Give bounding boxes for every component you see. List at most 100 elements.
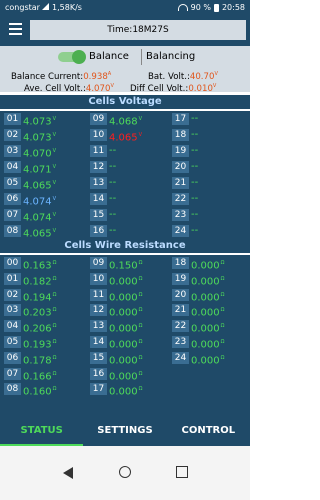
app-bar: Time:18M27S xyxy=(0,16,250,46)
resistance-value: 0.000Ω xyxy=(191,354,225,367)
tab-settings[interactable]: SETTINGS xyxy=(83,418,166,446)
voltage-cell-21: 21 -- xyxy=(172,176,246,190)
resistance-value: 0.000Ω xyxy=(109,370,143,382)
clock: 20:58 xyxy=(221,3,245,12)
resistance-cell-24: 24 0.000Ω xyxy=(172,351,246,367)
voltage-index: 03 xyxy=(4,145,21,157)
resistance-index: 19 xyxy=(172,272,189,285)
voltage-cell-06: 06 4.074V xyxy=(4,192,78,208)
tab-control[interactable]: CONTROL xyxy=(167,418,250,446)
voltage-value: -- xyxy=(109,193,117,204)
resistance-index: 04 xyxy=(4,320,21,333)
voltage-value: -- xyxy=(191,129,199,140)
resistance-value: 0.000Ω xyxy=(191,307,225,319)
voltage-index: 19 xyxy=(172,145,189,157)
voltage-value: 4.074V xyxy=(23,196,57,208)
voltage-value: -- xyxy=(191,113,199,124)
resistance-cell-16: 16 0.000Ω xyxy=(90,367,164,382)
resistance-value: 0.000Ω xyxy=(109,291,143,303)
menu-icon[interactable] xyxy=(9,23,22,36)
resistance-index: 20 xyxy=(172,288,189,301)
battery-percent: 90 % xyxy=(190,3,211,12)
resistance-cell-02: 02 0.194Ω xyxy=(4,288,78,303)
voltage-index: 07 xyxy=(4,209,21,221)
resistance-cell-01: 01 0.182Ω xyxy=(4,272,78,287)
voltage-cell-02: 02 4.073V xyxy=(4,128,78,144)
voltage-cell-11: 11 -- xyxy=(90,144,164,158)
resistance-value: 0.000Ω xyxy=(191,291,225,303)
resistance-cell-04: 04 0.206Ω xyxy=(4,319,78,335)
resistance-value: 0.000Ω xyxy=(109,354,143,367)
resistance-index: 02 xyxy=(4,288,21,301)
resistance-index: 05 xyxy=(4,336,21,348)
voltage-index: 01 xyxy=(4,113,21,125)
voltage-index: 18 xyxy=(172,129,189,141)
voltage-value: 4.065V xyxy=(109,132,143,144)
resistance-cell-03: 03 0.203Ω xyxy=(4,303,78,319)
resistance-cell-14: 14 0.000Ω xyxy=(90,335,164,351)
voltage-index: 21 xyxy=(172,177,189,189)
resistance-index: 21 xyxy=(172,304,189,317)
home-icon[interactable] xyxy=(119,466,131,478)
resistance-cell-18: 18 0.000Ω xyxy=(172,256,246,271)
back-icon[interactable] xyxy=(63,467,73,479)
resistance-cell-17: 17 0.000Ω xyxy=(90,382,164,398)
voltage-index: 09 xyxy=(90,113,107,125)
resistance-cell-22: 22 0.000Ω xyxy=(172,319,246,335)
resistance-cell-10: 10 0.000Ω xyxy=(90,272,164,287)
resistance-value: 0.000Ω xyxy=(109,339,143,351)
time-display: Time:18M27S xyxy=(30,20,246,40)
resistance-index: 00 xyxy=(4,257,21,269)
voltage-index: 23 xyxy=(172,209,189,221)
resistance-cell-05: 05 0.193Ω xyxy=(4,335,78,350)
system-status-bar: congstar 1,58K/s 90 % 20:58 xyxy=(0,0,250,16)
resistance-cell-11: 11 0.000Ω xyxy=(90,288,164,303)
resistance-value: 0.000Ω xyxy=(109,307,143,319)
voltage-value: 4.065V xyxy=(23,180,57,192)
bat-volt: Bat. Volt.:40.70V xyxy=(148,71,218,82)
voltage-cell-12: 12 -- xyxy=(90,160,164,174)
voltage-value: -- xyxy=(191,225,199,236)
voltage-index: 17 xyxy=(172,113,189,125)
resistance-index: 10 xyxy=(90,272,107,285)
resistance-value: 0.000Ω xyxy=(191,275,225,288)
voltage-value: -- xyxy=(191,209,199,220)
system-nav-bar xyxy=(0,446,250,500)
resistance-index: 07 xyxy=(4,367,21,380)
carrier-info: congstar 1,58K/s xyxy=(5,3,82,12)
resistance-index: 16 xyxy=(90,367,107,380)
voltage-cell-18: 18 -- xyxy=(172,128,246,142)
voltage-cell-13: 13 -- xyxy=(90,176,164,190)
cells-voltage-grid: 01 4.073V 02 4.073V 03 4.070V 04 4.071V 05 4.065V… xyxy=(0,111,250,239)
voltage-cell-07: 07 4.074V xyxy=(4,208,78,223)
voltage-cell-19: 19 -- xyxy=(172,144,246,158)
balance-toggle[interactable] xyxy=(58,50,86,64)
resistance-index: 14 xyxy=(90,336,107,348)
resistance-cell-00: 00 0.163Ω xyxy=(4,256,78,271)
voltage-index: 12 xyxy=(90,161,107,173)
resistance-index: 17 xyxy=(90,383,107,396)
wire-resistance-title: Cells Wire Resistance xyxy=(0,239,250,253)
voltage-cell-09: 09 4.068V xyxy=(90,112,164,127)
status-right: 90 % 20:58 xyxy=(177,3,245,12)
resistance-cell-06: 06 0.178Ω xyxy=(4,351,78,366)
voltage-index: 10 xyxy=(90,129,107,141)
tab-status[interactable]: STATUS xyxy=(0,418,84,446)
resistance-value: 0.166Ω xyxy=(23,370,57,382)
voltage-index: 13 xyxy=(90,177,107,189)
voltage-value: 4.073V xyxy=(23,132,57,144)
resistance-index: 24 xyxy=(172,351,189,364)
voltage-value: -- xyxy=(109,161,117,172)
voltage-index: 05 xyxy=(4,177,21,189)
resistance-cell-12: 12 0.000Ω xyxy=(90,303,164,319)
resistance-index: 06 xyxy=(4,351,21,364)
voltage-value: -- xyxy=(191,145,199,156)
voltage-cell-03: 03 4.070V xyxy=(4,144,78,159)
resistance-cell-13: 13 0.000Ω xyxy=(90,319,164,335)
wifi-icon xyxy=(177,4,188,11)
balance-row: Balance Balancing xyxy=(0,46,250,68)
recents-icon[interactable] xyxy=(176,466,188,478)
voltage-value: -- xyxy=(109,145,117,156)
resistance-cell-15: 15 0.000Ω xyxy=(90,351,164,367)
voltage-value: -- xyxy=(191,193,199,204)
